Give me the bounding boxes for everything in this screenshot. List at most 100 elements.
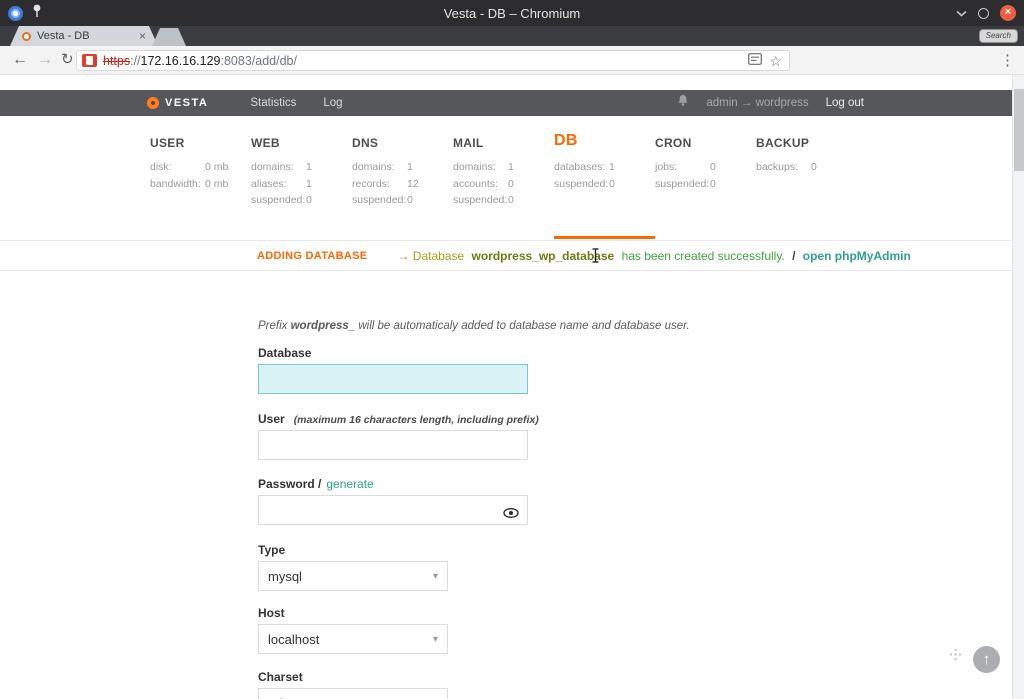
scroll-to-top-button[interactable]: ↑ [973,646,1000,673]
tab-web: WEB domains:1 aliases:1 suspended:0 [251,130,352,209]
tab-dns: DNS domains:1 records:12 suspended:0 [352,130,453,209]
tab-user: USER disk:0 mb bandwidth:0 mb [150,130,251,209]
open-phpmyadmin-link[interactable]: open phpMyAdmin [803,249,911,263]
vesta-logo-icon[interactable] [147,97,159,109]
stat-label: suspended: [554,176,609,193]
window-close-icon[interactable]: × [1000,5,1016,21]
charset-value: utf8 [268,696,290,699]
bookmark-star-icon[interactable]: ☆ [769,54,782,68]
stat-value: 0 [710,176,716,193]
tab-mail: MAIL domains:1 accounts:0 suspended:0 [453,130,554,209]
database-label: Database [258,346,532,360]
tab-close-icon[interactable]: × [139,29,146,43]
add-database-form: Prefix wordpress_ will be automaticaly a… [258,320,532,699]
nav-log[interactable]: Log [323,97,342,109]
tab-cron-link[interactable]: CRON [655,130,756,150]
tab-user-link[interactable]: USER [150,130,251,150]
stat-value: 1 [306,159,312,176]
stat-value: 1 [609,159,615,176]
stat-value: 1 [407,159,413,176]
show-password-eye-icon[interactable] [503,505,519,523]
url-text: https :// 172.16.16.129 :8083/add/db/ [103,54,748,68]
notifications-bell-icon[interactable] [677,94,689,112]
stat-label: domains: [251,159,306,176]
database-input[interactable] [258,364,528,394]
type-select[interactable]: mysql ▾ [258,561,448,591]
tab-dns-link[interactable]: DNS [352,130,453,150]
drag-grip-icon [949,648,962,666]
url-bar[interactable]: https :// 172.16.16.129 :8083/add/db/ ☆ [76,50,790,71]
status-message: → Database wordpress_wp_database has bee… [397,249,910,263]
stat-label: suspended: [453,192,508,209]
nav-statistics[interactable]: Statistics [250,97,296,109]
url-path: :8083/add/db/ [220,54,296,68]
stat-label: suspended: [352,192,407,209]
browser-menu-icon[interactable]: ⋮ [1000,51,1015,69]
stat-label: databases: [554,159,609,176]
pin-icon [32,4,42,23]
url-separator: :// [130,54,140,68]
search-keycap[interactable]: Search [979,29,1018,43]
user-hint: (maximum 16 characters length, including… [294,414,539,426]
stat-label: suspended: [655,176,710,193]
type-value: mysql [268,569,302,584]
insecure-badge-icon[interactable] [82,54,97,67]
stat-label: aliases: [251,176,306,193]
stat-value: 0 [508,192,514,209]
stat-value: 0 [407,192,413,209]
charset-label: Charset [258,670,532,684]
tab-web-link[interactable]: WEB [251,130,352,150]
stat-label: domains: [453,159,508,176]
stat-value: 1 [508,159,514,176]
url-scheme: https [103,54,130,68]
logout-link[interactable]: Log out [826,97,864,109]
window-maximize-icon[interactable] [978,8,989,19]
stat-label: bandwidth: [150,176,205,193]
section-tabs: USER disk:0 mb bandwidth:0 mb WEB domain… [150,130,857,209]
reload-button[interactable]: ↻ [61,49,74,71]
password-input[interactable] [258,495,528,525]
forward-button[interactable]: → [37,49,53,71]
password-label: Password / generate [258,477,532,491]
prefix-note: Prefix wordpress_ will be automaticaly a… [258,320,532,332]
user-input[interactable] [258,430,528,460]
back-button[interactable]: ← [12,49,28,71]
scrollbar-thumb[interactable] [1014,89,1024,171]
type-label: Type [258,543,532,557]
tab-title: Vesta - DB [37,30,135,42]
vesta-page: VESTA Statistics Log admin → wordpress L… [0,75,1012,699]
generate-password-link[interactable]: generate [326,477,373,491]
tab-mail-link[interactable]: MAIL [453,130,554,150]
page-scrollbar [1012,75,1024,699]
browser-tab[interactable]: Vesta - DB × [10,26,158,46]
impersonation-user[interactable]: admin → wordpress [706,97,808,109]
tab-db-link[interactable]: DB [554,130,655,150]
stat-label: suspended: [251,192,306,209]
vesta-brand[interactable]: VESTA [165,97,208,109]
translate-icon[interactable] [748,52,762,70]
stat-value: 1 [306,176,312,193]
stat-label: domains: [352,159,407,176]
up-arrow-icon: ↑ [983,651,991,668]
tab-cron: CRON jobs:0 suspended:0 [655,130,756,209]
tab-strip: Vesta - DB × Search [0,26,1024,46]
chromium-icon [8,6,23,21]
vesta-favicon-icon [22,32,31,41]
stat-value: 0 mb [205,176,228,193]
window-minimize-icon[interactable] [956,4,967,22]
active-tab-underline [554,236,655,239]
status-separator: / [792,249,795,263]
window-title: Vesta - DB – Chromium [0,6,1024,21]
stat-value: 12 [407,176,419,193]
stat-value: 0 [609,176,615,193]
charset-select[interactable]: utf8 ▾ [258,688,448,699]
stat-label: records: [352,176,407,193]
stat-label: backups: [756,159,811,176]
new-tab-button[interactable] [152,28,186,46]
tab-backup-link[interactable]: BACKUP [756,130,857,150]
stat-value: 0 [710,159,716,176]
host-select[interactable]: localhost ▾ [258,624,448,654]
browser-toolbar: ← → ↻ https :// 172.16.16.129 :8083/add/… [0,46,1024,75]
status-result: has been created successfully. [622,249,785,263]
stat-label: disk: [150,159,205,176]
